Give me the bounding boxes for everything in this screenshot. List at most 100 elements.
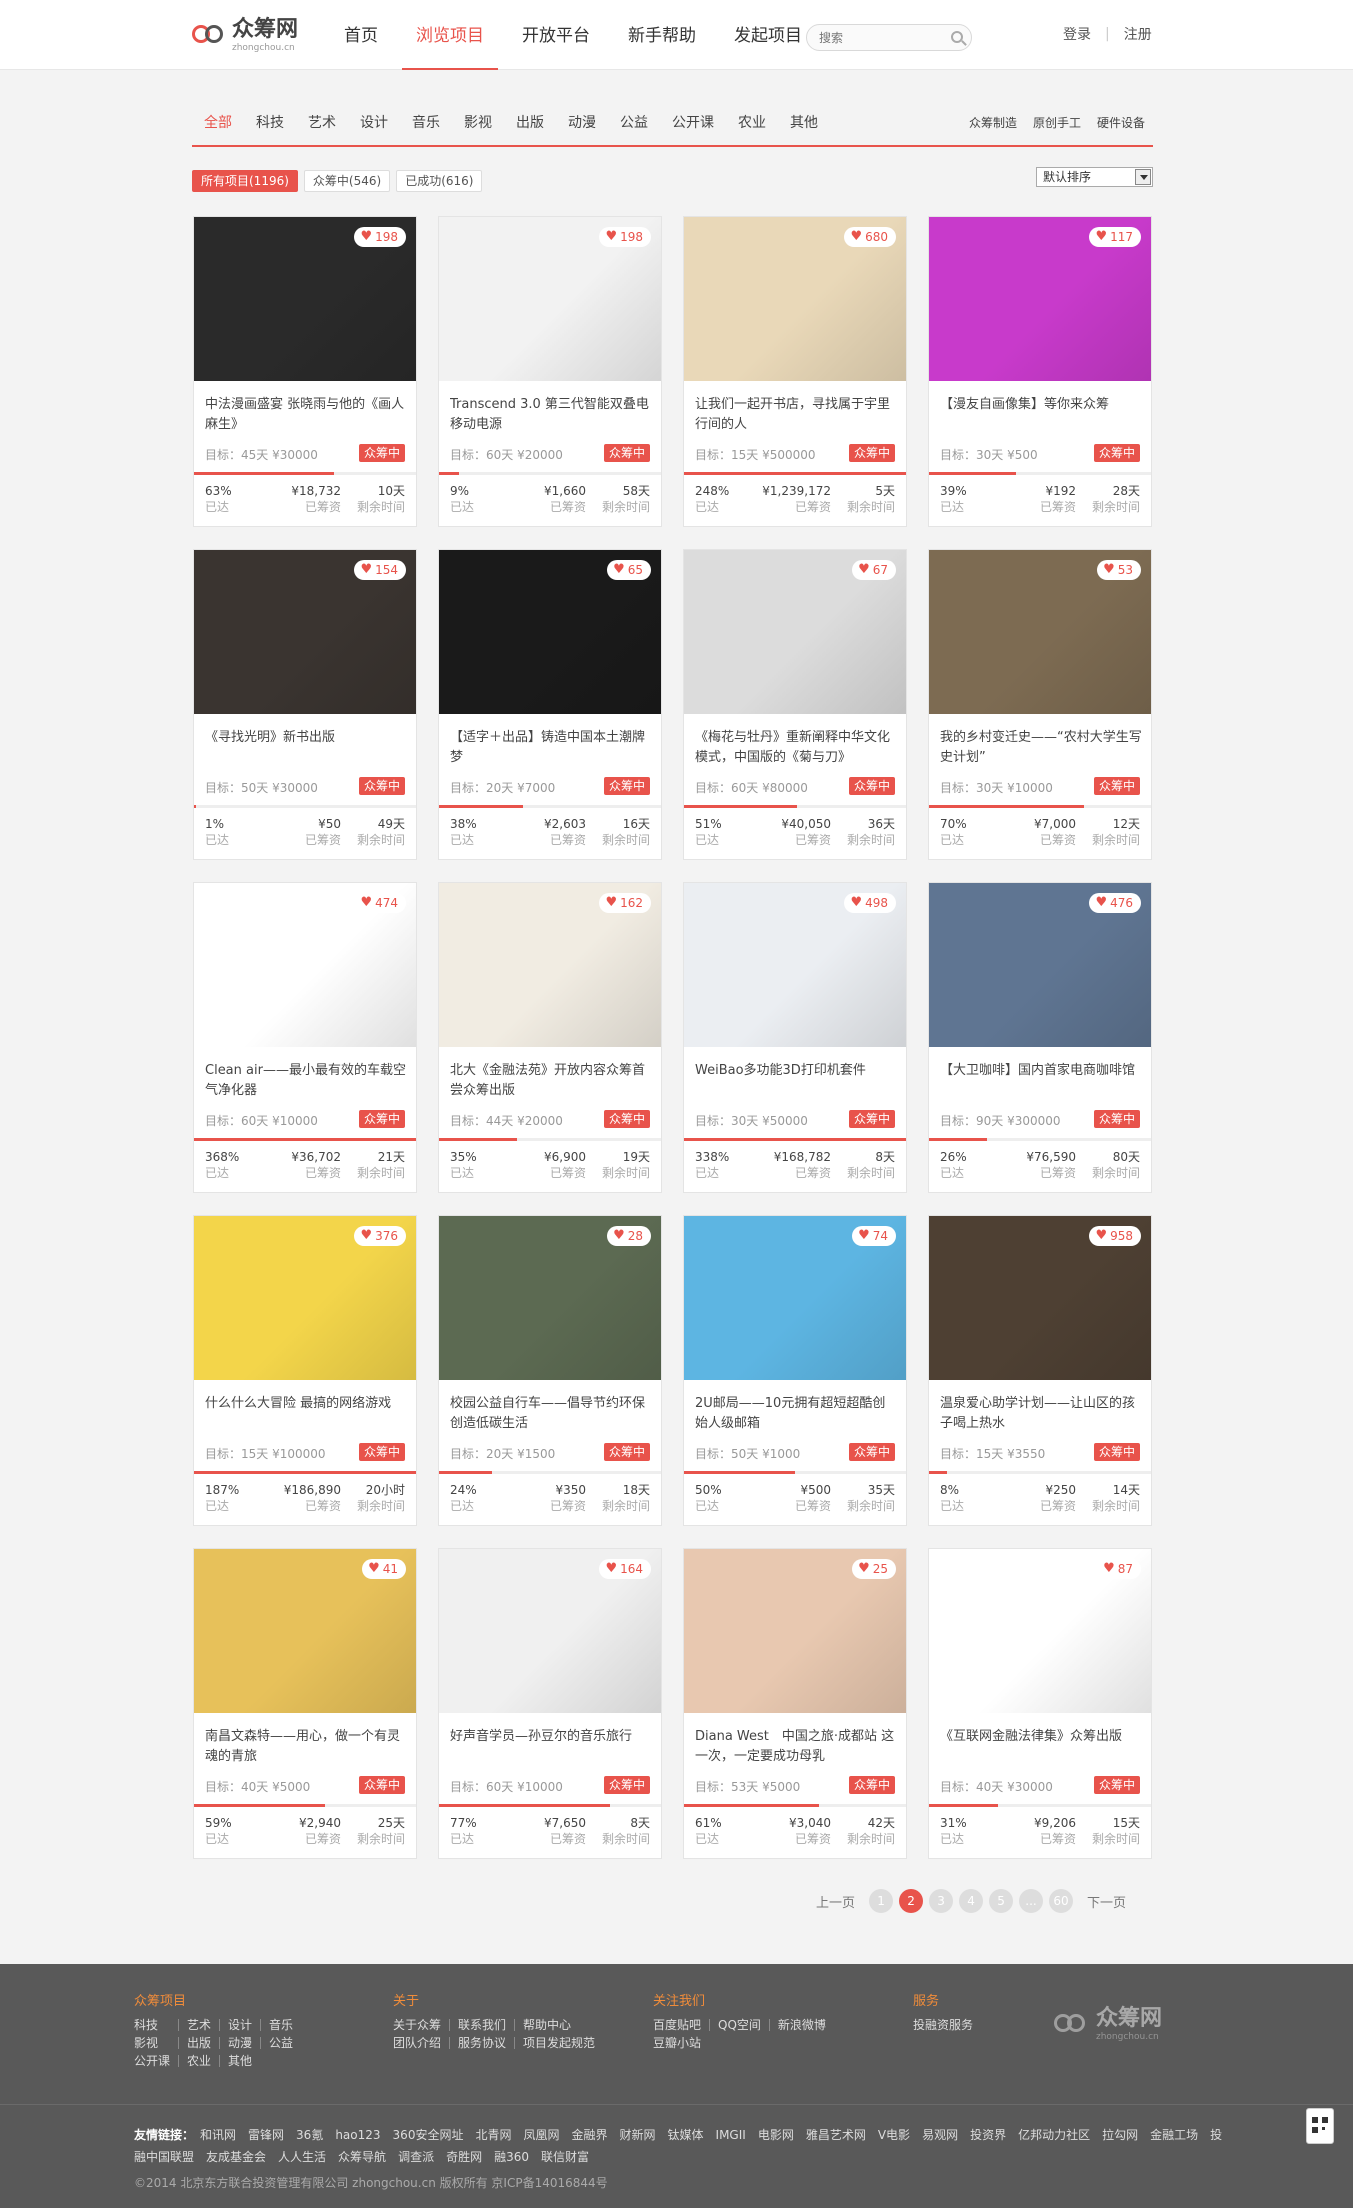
page-number[interactable]: 5 <box>989 1889 1014 1913</box>
page-number[interactable]: 3 <box>929 1889 954 1913</box>
friend-link[interactable]: 金融界 <box>571 2128 607 2142</box>
friend-link[interactable]: 易观网 <box>922 2128 958 2142</box>
project-card[interactable]: ♥ 87 《互联网金融法律集》众筹出版 目标：40天 ¥30000 众筹中 31% 已达 ¥9… <box>928 1548 1152 1859</box>
nav-item[interactable]: 首页 <box>330 0 392 70</box>
project-title[interactable]: 《寻找光明》新书出版 <box>205 728 407 768</box>
footer-link[interactable]: 艺术 <box>187 2019 221 2031</box>
project-title[interactable]: 2U邮局——10元拥有超短超酷创始人级邮箱 <box>695 1394 897 1434</box>
project-title[interactable]: 南昌文森特——用心，做一个有灵魂的青旅 <box>205 1727 407 1767</box>
friend-link[interactable]: 人人生活 <box>278 2150 326 2164</box>
friend-link[interactable]: 友成基金会 <box>206 2150 266 2164</box>
like-badge[interactable]: ♥ 164 <box>599 1559 651 1579</box>
footer-link[interactable]: 出版 <box>187 2037 221 2049</box>
project-title[interactable]: 《梅花与牡丹》重新阐释中华文化模式，中国版的《菊与刀》 <box>695 728 897 768</box>
friend-link[interactable]: 和讯网 <box>200 2128 236 2142</box>
friend-link[interactable]: 北青网 <box>475 2128 511 2142</box>
friend-link[interactable]: 奇胜网 <box>446 2150 482 2164</box>
project-card[interactable]: ♥ 117 【漫友自画像集】等你来众筹 目标：30天 ¥500 众筹中 39% 已达 ¥192… <box>928 216 1152 527</box>
like-badge[interactable]: ♥ 474 <box>354 893 406 913</box>
footer-link[interactable]: 百度贴吧 <box>653 2019 711 2031</box>
nav-item[interactable]: 发起项目 <box>720 0 816 70</box>
next-page-link[interactable]: 下一页 <box>1087 1892 1126 1911</box>
site-logo[interactable]: 众筹网 zhongchou.cn <box>192 16 298 56</box>
project-title[interactable]: 好声音学员—孙豆尔的音乐旅行 <box>450 1727 652 1767</box>
filter-tab[interactable]: 众筹中(546) <box>303 170 391 192</box>
category-item[interactable]: 设计 <box>348 105 400 145</box>
footer-link[interactable]: 联系我们 <box>458 2019 516 2031</box>
like-badge[interactable]: ♥ 154 <box>354 560 406 580</box>
friend-link[interactable]: IMGII <box>716 2128 746 2142</box>
like-badge[interactable]: ♥ 476 <box>1089 893 1141 913</box>
footer-link[interactable]: 服务协议 <box>458 2037 516 2049</box>
friend-link[interactable]: 凤凰网 <box>523 2128 559 2142</box>
project-title[interactable]: Clean air——最小最有效的车载空气净化器 <box>205 1061 407 1101</box>
footer-link[interactable]: 新浪微博 <box>778 2019 834 2031</box>
like-badge[interactable]: ♥ 498 <box>844 893 896 913</box>
project-card[interactable]: ♥ 41 南昌文森特——用心，做一个有灵魂的青旅 目标：40天 ¥5000 众筹中 59%… <box>193 1548 417 1859</box>
page-number[interactable]: 2 <box>899 1889 924 1913</box>
category-item[interactable]: 公益 <box>608 105 660 145</box>
project-title[interactable]: 校园公益自行车——倡导节约环保 创造低碳生活 <box>450 1394 652 1434</box>
like-badge[interactable]: ♥ 198 <box>354 227 406 247</box>
project-card[interactable]: ♥ 198 Transcend 3.0 第三代智能双叠电移动电源 目标：60天 ¥20… <box>438 216 662 527</box>
friend-link[interactable]: 雷锋网 <box>248 2128 284 2142</box>
nav-item[interactable]: 开放平台 <box>508 0 604 70</box>
like-badge[interactable]: ♥ 117 <box>1089 227 1141 247</box>
project-card[interactable]: ♥ 164 好声音学员—孙豆尔的音乐旅行 目标：60天 ¥10000 众筹中 77% 已达 ¥… <box>438 1548 662 1859</box>
footer-link[interactable]: 豆瓣小站 <box>653 2037 710 2049</box>
footer-link[interactable]: 项目发起规范 <box>523 2037 603 2049</box>
footer-link[interactable]: 农业 <box>187 2055 221 2067</box>
project-card[interactable]: ♥ 376 什么什么大冒险 最搞的网络游戏 目标：15天 ¥100000 众筹中 187%… <box>193 1215 417 1526</box>
friend-link[interactable]: 财新网 <box>620 2128 656 2142</box>
project-card[interactable]: ♥ 680 让我们一起开书店，寻找属于宇里行间的人 目标：15天 ¥500000 众筹中… <box>683 216 907 527</box>
nav-item[interactable]: 浏览项目 <box>402 0 498 70</box>
category-item[interactable]: 全部 <box>192 105 244 145</box>
prev-page-link[interactable]: 上一页 <box>816 1892 855 1911</box>
register-link[interactable]: 注册 <box>1124 24 1152 44</box>
footer-link[interactable]: 团队介绍 <box>393 2037 451 2049</box>
qr-code-icon[interactable] <box>1306 2108 1334 2144</box>
project-title[interactable]: 我的乡村变迁史——“农村大学生写史计划” <box>940 728 1142 768</box>
footer-link[interactable]: 影视 <box>134 2037 180 2049</box>
like-badge[interactable]: ♥ 162 <box>599 893 651 913</box>
filter-tab[interactable]: 已成功(616) <box>396 170 483 192</box>
friend-link[interactable]: 拉勾网 <box>1102 2128 1138 2142</box>
footer-link[interactable]: 科技 <box>134 2019 180 2031</box>
like-badge[interactable]: ♥ 67 <box>852 560 896 580</box>
page-number[interactable]: 60 <box>1049 1889 1074 1913</box>
friend-link[interactable]: 钛媒体 <box>668 2128 704 2142</box>
like-badge[interactable]: ♥ 74 <box>852 1226 896 1246</box>
search-icon[interactable] <box>951 31 963 43</box>
page-number[interactable]: 1 <box>869 1889 894 1913</box>
footer-link[interactable]: QQ空间 <box>718 2019 770 2031</box>
category-item[interactable]: 其他 <box>778 105 830 145</box>
friend-link[interactable]: 金融工场 <box>1150 2128 1198 2142</box>
like-badge[interactable]: ♥ 376 <box>354 1226 406 1246</box>
page-number[interactable]: ... <box>1019 1889 1044 1913</box>
project-title[interactable]: 【大卫咖啡】国内首家电商咖啡馆 <box>940 1061 1142 1101</box>
project-card[interactable]: ♥ 28 校园公益自行车——倡导节约环保 创造低碳生活 目标：20天 ¥1500 众筹中… <box>438 1215 662 1526</box>
project-card[interactable]: ♥ 53 我的乡村变迁史——“农村大学生写史计划” 目标：30天 ¥10000 众筹中 7… <box>928 549 1152 860</box>
like-badge[interactable]: ♥ 198 <box>599 227 651 247</box>
category-tag[interactable]: 众筹制造 <box>961 105 1025 145</box>
like-badge[interactable]: ♥ 41 <box>362 1559 406 1579</box>
category-tag[interactable]: 原创手工 <box>1025 105 1089 145</box>
footer-link[interactable]: 帮助中心 <box>523 2019 603 2031</box>
footer-link[interactable]: 音乐 <box>269 2019 301 2031</box>
like-badge[interactable]: ♥ 680 <box>844 227 896 247</box>
page-number[interactable]: 4 <box>959 1889 984 1913</box>
category-item[interactable]: 影视 <box>452 105 504 145</box>
nav-item[interactable]: 新手帮助 <box>614 0 710 70</box>
friend-link[interactable]: 投资界 <box>970 2128 1006 2142</box>
like-badge[interactable]: ♥ 28 <box>607 1226 651 1246</box>
like-badge[interactable]: ♥ 65 <box>607 560 651 580</box>
project-title[interactable]: 【漫友自画像集】等你来众筹 <box>940 395 1142 435</box>
project-card[interactable]: ♥ 67 《梅花与牡丹》重新阐释中华文化模式，中国版的《菊与刀》 目标：60天 ¥80… <box>683 549 907 860</box>
project-card[interactable]: ♥ 25 Diana West 中国之旅·成都站 这一次，一定要成功母乳 目标：53天… <box>683 1548 907 1859</box>
project-title[interactable]: 中法漫画盛宴 张晓雨与他的《画人麻生》 <box>205 395 407 435</box>
like-badge[interactable]: ♥ 25 <box>852 1559 896 1579</box>
friend-link[interactable]: 雅昌艺术网 <box>806 2128 866 2142</box>
project-title[interactable]: 《互联网金融法律集》众筹出版 <box>940 1727 1142 1767</box>
project-card[interactable]: ♥ 474 Clean air——最小最有效的车载空气净化器 目标：60天 ¥1000… <box>193 882 417 1193</box>
project-title[interactable]: 什么什么大冒险 最搞的网络游戏 <box>205 1394 407 1434</box>
